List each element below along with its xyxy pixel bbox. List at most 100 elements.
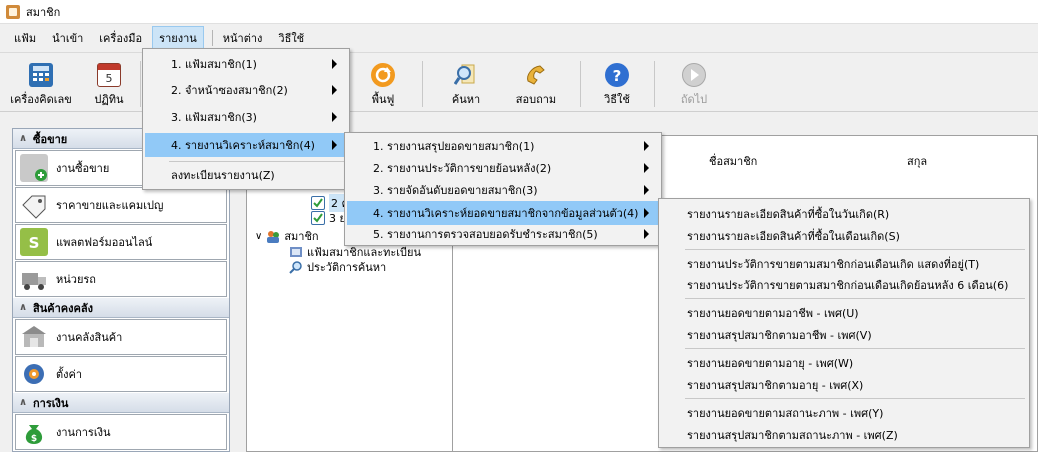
menu-item-sales-summary[interactable]: 1. รายงานสรุปยอดขายสมาชิก(1) [347,134,659,158]
submenu-arrow-icon [332,59,337,69]
submenu-arrow-icon [332,140,337,150]
nav-item-label: ตั้งค่า [56,368,83,381]
member-file-icon [289,245,303,259]
warehouse-icon [20,323,48,351]
menu-import[interactable]: นำเข้า [46,27,89,49]
window-title: สมาชิก [26,5,61,19]
menu-item-sales-by-occupation[interactable]: รายงานยอดขายตามอาชีพ - เพศ(U) [661,301,1027,325]
menu-item-members-by-age[interactable]: รายงานสรุปสมาชิกตามอายุ - เพศ(X) [661,373,1027,397]
tree-node[interactable]: 3 ย [311,209,346,227]
chevron-up-icon: ∧ [19,133,28,144]
menu-item-label: รายงานประวัติการขายตามสมาชิกก่อนเดือนเกิ… [687,279,1009,292]
calendar-icon: 5 [97,63,121,87]
menu-item-member-file-3[interactable]: 3. แฟ้มสมาชิก(3) [145,105,347,129]
menu-item-label: รายงานยอดขายตามอาชีพ - เพศ(U) [687,307,859,320]
section-title: การเงิน [33,396,69,410]
help-icon: ? [605,63,629,87]
menu-tools[interactable]: เครื่องมือ [93,27,148,49]
menu-item-member-analysis[interactable]: 4. รายงานวิเคราะห์สมาชิก(4) [145,133,347,157]
chevron-up-icon: ∧ [19,397,28,408]
truck-icon [20,265,48,293]
toolbar-separator [580,61,581,107]
section-header-finance[interactable]: ∧ การเงิน [13,393,229,413]
shopping-bag-icon: S [20,228,48,256]
menu-item-label: รายงานยอดขายตามสถานะภาพ - เพศ(Y) [687,407,884,420]
menu-item-payment-check[interactable]: 5. รายงานการตรวจสอบยอดรับชำระสมาชิก(5) [347,222,659,246]
menu-item-envelope[interactable]: 2. จำหน้าซองสมาชิก(2) [145,78,347,102]
menu-item-sales-history[interactable]: 2. รายงานประวัติการขายย้อนหลัง(2) [347,156,659,180]
nav-item-price-campaign[interactable]: ราคาขายและแคมเปญ [15,187,227,223]
next-icon [682,63,706,87]
app-icon [6,4,20,19]
menu-item-label: รายงานรายละเอียดสินค้าที่ซื้อในเดือนเกิด… [687,230,900,243]
analysis-submenu: 1. รายงานสรุปยอดขายสมาชิก(1) 2. รายงานปร… [344,132,662,246]
inquiry-label: สอบถาม [515,93,557,106]
menu-item-sales-by-age[interactable]: รายงานยอดขายตามอายุ - เพศ(W) [661,351,1027,375]
calendar-button[interactable]: 5 ปฏิทิน [82,59,136,109]
search-label: ค้นหา [451,93,481,106]
menu-file[interactable]: แฟ้ม [8,27,42,49]
menu-item-sales-by-status[interactable]: รายงานยอดขายตามสถานะภาพ - เพศ(Y) [661,401,1027,425]
nav-item-finance-work[interactable]: $ งานการเงิน [15,414,227,450]
menu-item-members-by-occupation[interactable]: รายงานสรุปสมาชิกตามอาชีพ - เพศ(V) [661,323,1027,347]
tree-node[interactable]: ประวัติการค้นหา [289,258,386,276]
inquiry-button[interactable]: สอบถาม [506,59,566,109]
menu-window[interactable]: หน้าต่าง [217,27,269,49]
calculator-button[interactable]: เครื่องคิดเลข [6,59,76,109]
submenu-arrow-icon [644,208,649,218]
nav-item-label: งานการเงิน [56,426,111,439]
menu-item-label: รายงานสรุปสมาชิกตามอาชีพ - เพศ(V) [687,329,872,342]
menu-separator [685,348,1025,349]
checkbox-icon [311,196,325,210]
svg-text:?: ? [613,67,622,85]
section-title: สินค้าคงคลัง [33,301,93,315]
menu-item-birthday-purchases[interactable]: รายงานรายละเอียดสินค้าที่ซื้อในวันเกิด(R… [661,202,1027,226]
search-button[interactable]: ค้นหา [440,59,492,109]
toolbar-separator [654,61,655,107]
menu-item-sales-ranking[interactable]: 3. รายจัดอันดับยอดขายสมาชิก(3) [347,178,659,202]
toolbar-separator [422,61,423,107]
nav-item-vehicle-unit[interactable]: หน่วยรถ [15,261,227,297]
checkbox-icon [311,211,325,225]
submenu-arrow-icon [644,185,649,195]
menu-item-birth-month-purchases[interactable]: รายงานรายละเอียดสินค้าที่ซื้อในเดือนเกิด… [661,224,1027,248]
help-label: วิธีใช้ [604,93,630,106]
restore-button[interactable]: พื้นฟู [355,59,411,109]
settings-icon [20,360,48,388]
next-button[interactable]: ถัดไป [668,59,720,109]
menu-item-history-6-months[interactable]: รายงานประวัติการขายตามสมาชิกก่อนเดือนเกิ… [661,273,1027,297]
menu-item-label: ลงทะเบียนรายงาน(Z) [171,169,275,182]
nav-item-settings[interactable]: ตั้งค่า [15,356,227,392]
section-header-inventory[interactable]: ∧ สินค้าคงคลัง [13,298,229,318]
menu-separator [211,30,213,46]
help-button[interactable]: ? วิธีใช้ [592,59,642,109]
menu-help[interactable]: วิธีใช้ [272,27,310,49]
nav-item-label: แพลตฟอร์มออนไลน์ [56,236,153,249]
money-bag-icon: $ [20,418,48,446]
menu-item-label: รายงานสรุปสมาชิกตามอายุ - เพศ(X) [687,379,864,392]
submenu-arrow-icon [644,163,649,173]
nav-item-online-platform[interactable]: S แพลตฟอร์มออนไลน์ [15,224,227,260]
column-header-last-name[interactable]: สกุล [907,152,927,170]
nav-item-label: หน่วยรถ [56,273,96,286]
toolbar-separator [140,61,141,107]
menu-separator [685,298,1025,299]
menu-item-label: รายงานยอดขายตามอายุ - เพศ(W) [687,357,854,370]
column-header-first-name[interactable]: ชื่อสมาชิก [709,152,757,170]
personal-data-submenu: รายงานรายละเอียดสินค้าที่ซื้อในวันเกิด(R… [658,198,1030,448]
menu-item-label: รายงานสรุปสมาชิกตามสถานะภาพ - เพศ(Z) [687,429,898,442]
nav-item-label: งานซื้อขาย [56,162,110,175]
menu-reports[interactable]: รายงาน [152,26,204,50]
menu-bar: แฟ้ม นำเข้า เครื่องมือ รายงาน หน้าต่าง ว… [0,26,1038,50]
menu-item-member-file-1[interactable]: 1. แฟ้มสมาชิก(1) [145,52,347,76]
submenu-arrow-icon [332,112,337,122]
submenu-arrow-icon [644,141,649,151]
nav-item-warehouse[interactable]: งานคลังสินค้า [15,319,227,355]
price-tag-icon [20,191,48,219]
menu-item-members-by-status[interactable]: รายงานสรุปสมาชิกตามสถานะภาพ - เพศ(Z) [661,423,1027,447]
svg-text:5: 5 [106,72,113,85]
menu-item-label: 5. รายงานการตรวจสอบยอดรับชำระสมาชิก(5) [373,228,598,241]
menu-item-label: 2. รายงานประวัติการขายย้อนหลัง(2) [373,162,552,175]
menu-item-report-registration[interactable]: ลงทะเบียนรายงาน(Z) [145,163,347,187]
menu-item-label: 1. แฟ้มสมาชิก(1) [171,58,257,71]
